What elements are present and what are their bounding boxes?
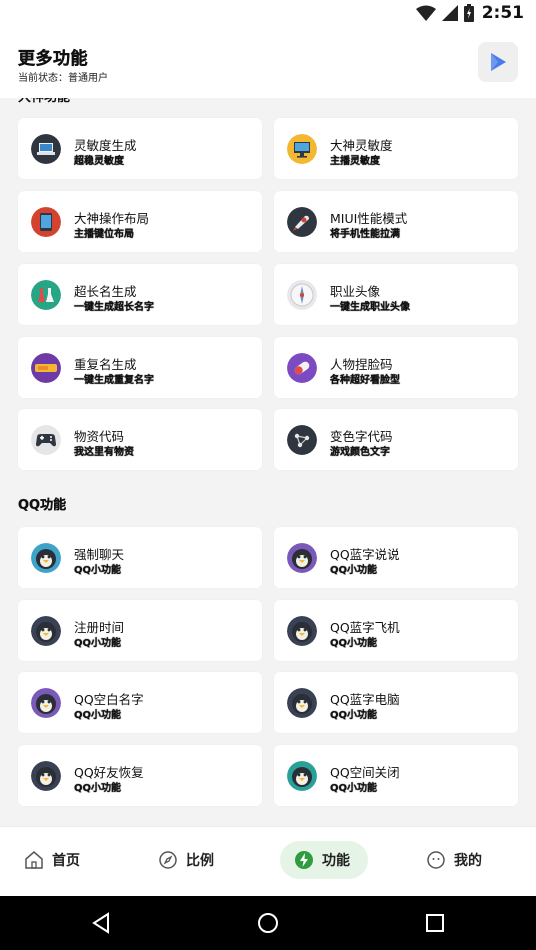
penguin-icon	[287, 616, 317, 646]
nav-mine-label: 我的	[454, 853, 482, 869]
card-subtitle: 一键生成超长名字	[74, 302, 154, 313]
system-nav-bar	[0, 896, 536, 950]
bolt-icon	[295, 851, 313, 869]
page-title: 更多功能	[18, 49, 88, 69]
card-subtitle: 将手机性能拉满	[330, 229, 400, 240]
monitor-icon	[287, 134, 317, 164]
nav-home-label: 首页	[52, 853, 80, 869]
home-button[interactable]	[255, 910, 281, 936]
play-icon	[491, 53, 506, 71]
card-subtitle: QQ小功能	[330, 710, 378, 721]
feature-card[interactable]: 变色字代码 游戏颜色文字	[274, 409, 518, 470]
card-subtitle: QQ小功能	[74, 638, 122, 649]
card-subtitle: 我这里有物资	[74, 447, 134, 458]
recents-icon	[426, 914, 444, 932]
battery-icon	[463, 4, 474, 22]
qq-feature-card[interactable]: QQ蓝字说说 QQ小功能	[274, 527, 518, 588]
card-subtitle: QQ小功能	[74, 783, 122, 794]
status-bar: 2:51	[0, 0, 536, 26]
feature-card[interactable]: 灵敏度生成 超稳灵敏度	[18, 118, 262, 179]
clock: 2:51	[481, 3, 524, 23]
back-icon	[92, 912, 109, 934]
laptop-icon	[31, 134, 61, 164]
play-button[interactable]	[478, 42, 518, 82]
nav-features-label: 功能	[322, 853, 350, 869]
qq-feature-card[interactable]: 强制聊天 QQ小功能	[18, 527, 262, 588]
penguin-icon	[287, 543, 317, 573]
qq-feature-card[interactable]: QQ好友恢复 QQ小功能	[18, 745, 262, 806]
qq-feature-card[interactable]: QQ蓝字飞机 QQ小功能	[274, 600, 518, 661]
penguin-icon	[287, 761, 317, 791]
home-circle-icon	[258, 913, 278, 933]
wifi-icon	[415, 5, 436, 21]
qq-feature-card[interactable]: 注册时间 QQ小功能	[18, 600, 262, 661]
card-subtitle: 超稳灵敏度	[74, 156, 124, 167]
section-title-qq: QQ功能	[18, 498, 67, 513]
status-icons: 2:51	[415, 3, 524, 23]
ticket-icon	[31, 353, 61, 383]
rocket-icon	[287, 207, 317, 237]
nav-features[interactable]: 功能	[280, 841, 368, 879]
card-subtitle: 一键生成职业头像	[330, 302, 410, 313]
feature-card[interactable]: 超长名生成 一键生成超长名字	[18, 264, 262, 325]
card-subtitle: QQ小功能	[330, 565, 378, 576]
card-subtitle: QQ小功能	[330, 638, 378, 649]
feature-card[interactable]: 重复名生成 一键生成重复名字	[18, 337, 262, 398]
tablet-icon	[31, 207, 61, 237]
home-icon	[25, 851, 43, 869]
back-button[interactable]	[88, 910, 114, 936]
recents-button[interactable]	[422, 910, 448, 936]
penguin-icon	[31, 688, 61, 718]
signal-icon	[441, 5, 458, 21]
card-subtitle: 各种超好看脸型	[330, 375, 400, 386]
app-header: 更多功能 当前状态：普通用户	[0, 26, 536, 98]
nav-home[interactable]: 首页	[24, 841, 80, 879]
card-subtitle: 游戏颜色文字	[330, 447, 390, 458]
penguin-icon	[31, 616, 61, 646]
qq-feature-card[interactable]: QQ空间关闭 QQ小功能	[274, 745, 518, 806]
feature-card[interactable]: 人物捏脸码 各种超好看脸型	[274, 337, 518, 398]
qq-feature-card[interactable]: QQ蓝字电脑 QQ小功能	[274, 672, 518, 733]
network-icon	[287, 425, 317, 455]
card-subtitle: 主播键位布局	[74, 229, 134, 240]
compass-icon	[287, 280, 317, 310]
nav-ratio-label: 比例	[186, 853, 214, 869]
card-subtitle: 主播灵敏度	[330, 156, 380, 167]
feature-card[interactable]: 大神灵敏度 主播灵敏度	[274, 118, 518, 179]
nav-ratio[interactable]: 比例	[158, 841, 214, 879]
gamepad-icon	[31, 425, 61, 455]
pill-icon	[287, 353, 317, 383]
feature-card[interactable]: 物资代码 我这里有物资	[18, 409, 262, 470]
penguin-icon	[31, 761, 61, 791]
potion-icon	[31, 280, 61, 310]
user-status: 当前状态：普通用户	[18, 73, 108, 84]
nav-mine[interactable]: 我的	[426, 841, 482, 879]
penguin-icon	[31, 543, 61, 573]
feature-card[interactable]: 职业头像 一键生成职业头像	[274, 264, 518, 325]
bottom-nav: 首页 比例 功能 我的	[0, 826, 536, 896]
card-subtitle: QQ小功能	[330, 783, 378, 794]
card-subtitle: QQ小功能	[74, 710, 122, 721]
penguin-icon	[287, 688, 317, 718]
feature-card[interactable]: 大神操作布局 主播键位布局	[18, 191, 262, 252]
qq-feature-card[interactable]: QQ空白名字 QQ小功能	[18, 672, 262, 733]
card-subtitle: 一键生成重复名字	[74, 375, 154, 386]
feature-card[interactable]: MIUI性能模式 将手机性能拉满	[274, 191, 518, 252]
smiley-icon	[427, 851, 445, 869]
compass-icon	[159, 851, 177, 869]
card-subtitle: QQ小功能	[74, 565, 122, 576]
